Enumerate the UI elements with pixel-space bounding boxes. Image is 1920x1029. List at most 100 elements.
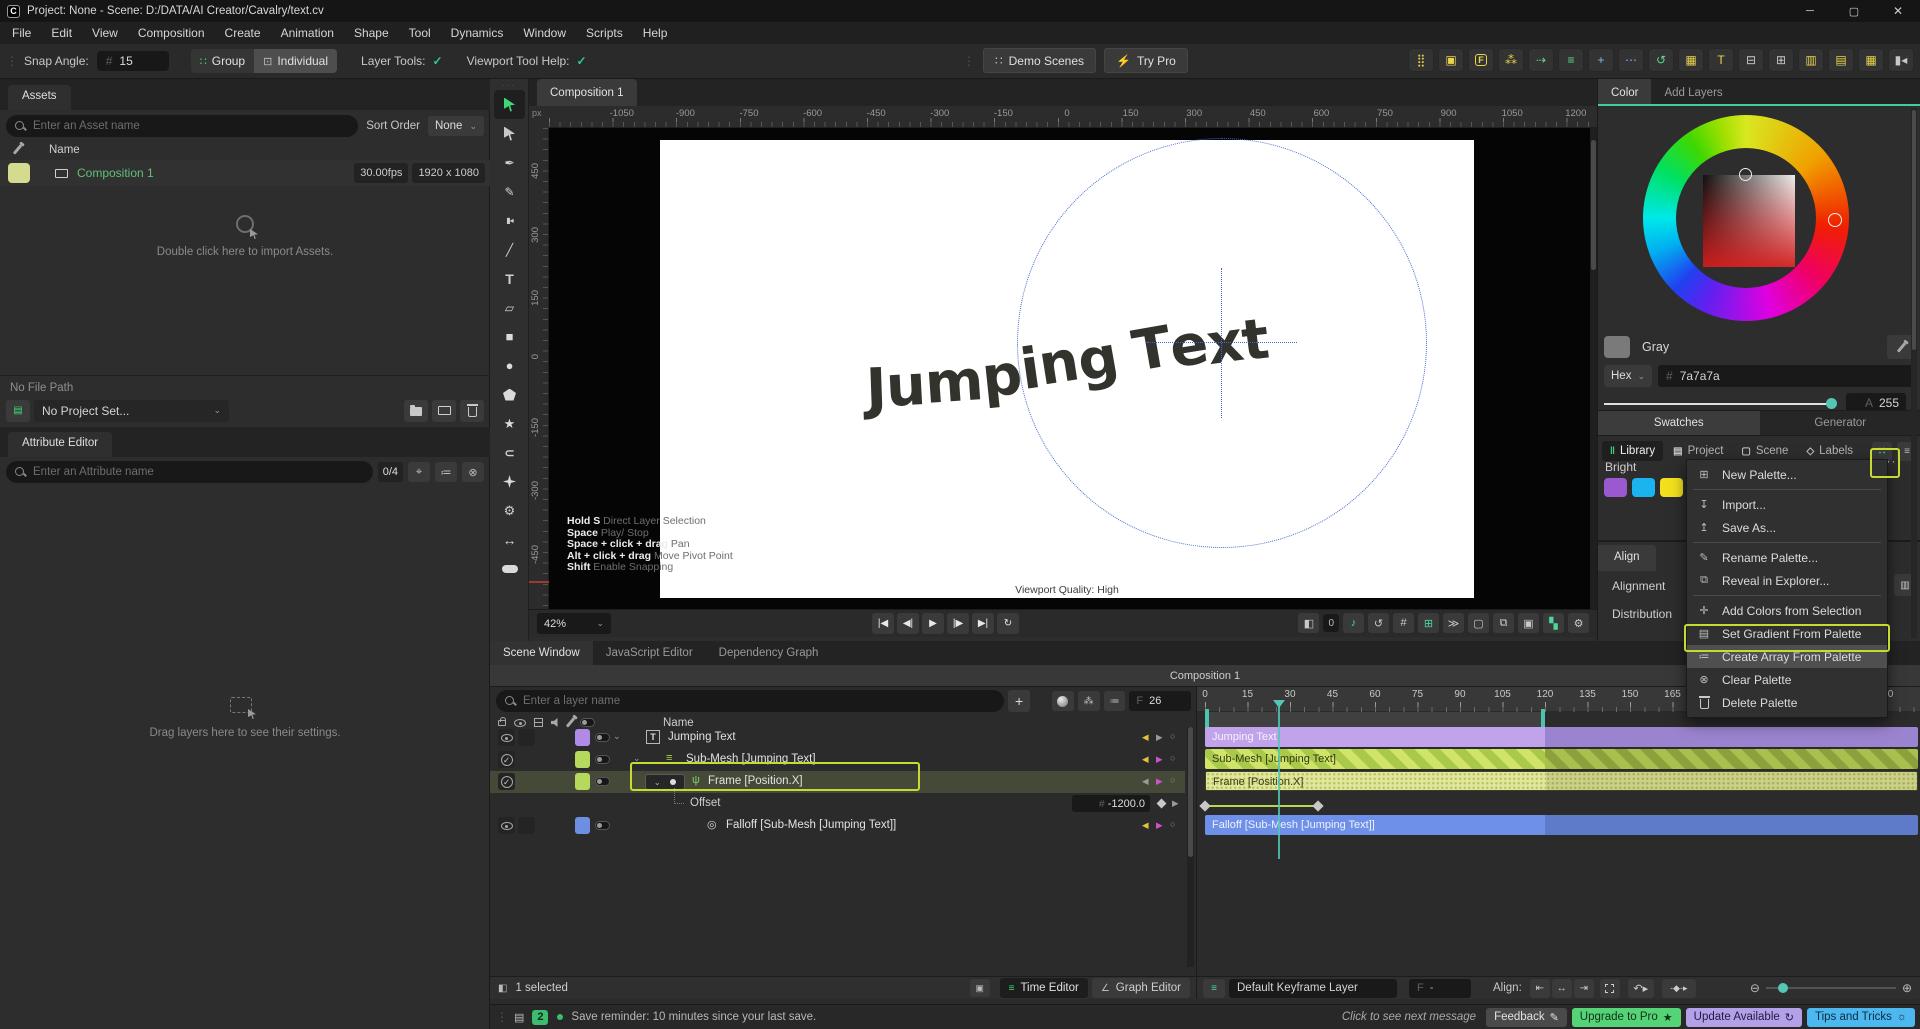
project-set-select[interactable]: No Project Set... ⌄: [34, 399, 229, 422]
time-editor-button[interactable]: ≡ Time Editor: [999, 978, 1088, 998]
keyframe-circle-icon[interactable]: ○: [1170, 819, 1175, 829]
next-keyframe-icon[interactable]: ▶: [1156, 776, 1163, 787]
attribute-value-field[interactable]: # -1200.0: [1072, 795, 1150, 812]
toolbar-icon-workspace-b[interactable]: ⊞: [1768, 48, 1794, 72]
layout-button[interactable]: ⊞: [1418, 613, 1439, 633]
panel-scrollbar[interactable]: [1911, 108, 1917, 638]
tool-ellipse[interactable]: ●: [490, 351, 529, 380]
play-button[interactable]: ▶: [922, 613, 944, 634]
toolbar-icon-blocks-layout[interactable]: ▦: [1858, 48, 1884, 72]
tool-text[interactable]: T: [490, 264, 529, 293]
align-right-button[interactable]: ⇥: [1573, 978, 1594, 998]
toolbar-icon-align-bars[interactable]: ≡: [1558, 48, 1584, 72]
tool-rectangle[interactable]: ■: [490, 322, 529, 351]
skip-start-button[interactable]: |◀: [872, 613, 894, 634]
sort-order-select[interactable]: None ⌄: [427, 116, 484, 136]
align-left-button[interactable]: ⇤: [1529, 978, 1550, 998]
sv-selector-handle[interactable]: [1739, 168, 1752, 181]
skip-end-button[interactable]: ▶|: [972, 613, 994, 634]
toolbar-icon-filmstrip[interactable]: ▦: [1678, 48, 1704, 72]
asset-search-field[interactable]: [33, 120, 350, 132]
toggle-well[interactable]: [498, 817, 515, 834]
keyframe-diamond-icon[interactable]: [1156, 798, 1167, 809]
keyframe-circle-icon[interactable]: ○: [1170, 753, 1175, 763]
filter-labels[interactable]: ◇ Labels: [1798, 441, 1861, 461]
toggle-well[interactable]: [518, 817, 535, 834]
tab-add-layers[interactable]: Add Layers: [1651, 79, 1735, 106]
toolbar-icon-workspace-a[interactable]: ⊟: [1738, 48, 1764, 72]
tool-pen[interactable]: ✒: [490, 148, 529, 177]
maximize-button[interactable]: ▢: [1832, 5, 1876, 18]
asset-row-composition[interactable]: Composition 1 30.00fps 1920 x 1080: [0, 160, 490, 186]
playhead-line[interactable]: [1277, 707, 1280, 859]
tab-swatches[interactable]: Swatches: [1598, 411, 1760, 435]
layer-color-swatch[interactable]: [575, 773, 590, 790]
toggle-well[interactable]: ✓: [498, 773, 515, 790]
attribute-search-field[interactable]: [33, 466, 364, 478]
timeline-bar-1[interactable]: Sub-Mesh [Jumping Text]: [1205, 749, 1918, 769]
distribution-row[interactable]: Distribution: [1612, 607, 1672, 621]
delete-asset-button[interactable]: [460, 399, 484, 422]
menu-item-import[interactable]: ↧ Import...: [1687, 493, 1887, 516]
zoom-out-icon[interactable]: ⊖: [1750, 981, 1760, 995]
viewport-scrollbar[interactable]: [1590, 128, 1597, 609]
tool-line[interactable]: ╱: [490, 235, 529, 264]
menu-shape[interactable]: Shape: [344, 22, 399, 44]
menu-scripts[interactable]: Scripts: [576, 22, 633, 44]
falloff-center-handle[interactable]: [1221, 268, 1222, 418]
audio-button[interactable]: ♪: [1343, 613, 1364, 633]
tool-capsule[interactable]: [490, 554, 529, 583]
cache-toggle-button[interactable]: ◧: [1298, 613, 1320, 633]
current-color-swatch[interactable]: [1604, 336, 1630, 358]
menu-item-add-colors[interactable]: ✛ Add Colors from Selection: [1687, 599, 1887, 622]
import-hint[interactable]: Double click here to import Assets.: [0, 246, 490, 258]
layer-toggle[interactable]: [595, 755, 610, 764]
layer-list-scrollbar[interactable]: [1187, 727, 1194, 967]
timeline-zoom-knob[interactable]: [1777, 983, 1788, 993]
falloff-center-handle[interactable]: [1147, 342, 1297, 343]
snap-angle-field[interactable]: # 15: [96, 51, 169, 71]
asset-color-swatch[interactable]: [8, 163, 30, 183]
menu-dynamics[interactable]: Dynamics: [441, 22, 514, 44]
hue-selector-handle[interactable]: [1828, 213, 1842, 227]
toolbar-icon-columns-layout[interactable]: ▥: [1798, 48, 1824, 72]
settings-button[interactable]: ⚙: [1568, 613, 1589, 633]
menu-window[interactable]: Window: [513, 22, 576, 44]
layer-toggle[interactable]: [595, 777, 610, 786]
tab-align[interactable]: Align: [1598, 545, 1656, 571]
menu-view[interactable]: View: [82, 22, 128, 44]
toolbar-icon-dots-ellipsis[interactable]: ⋯: [1618, 48, 1644, 72]
work-area-bar[interactable]: [1205, 709, 1545, 730]
layer-row-3[interactable]: Offset # -1200.0 ▶: [490, 788, 1185, 815]
filter-scene[interactable]: ▢ Scene: [1733, 441, 1796, 461]
tool-direct-select[interactable]: [490, 119, 529, 148]
layer-color-swatch[interactable]: [575, 751, 590, 768]
checker-button[interactable]: ▚: [1543, 613, 1564, 633]
more-button[interactable]: ≫: [1443, 613, 1464, 633]
toolbar-icon-rotate-arc[interactable]: ↺: [1648, 48, 1674, 72]
keyframe-diamond[interactable]: [1312, 800, 1324, 812]
add-attribute-button[interactable]: ≔: [435, 462, 457, 482]
tool-pentagon[interactable]: [490, 380, 529, 409]
toggle-well[interactable]: [518, 729, 535, 746]
tool-gear[interactable]: ⚙: [490, 496, 529, 525]
grid-button[interactable]: #: [1393, 613, 1414, 633]
next-keyframe-icon[interactable]: ▶: [1172, 798, 1179, 809]
layer-row-4[interactable]: ◎ Falloff [Sub-Mesh [Jumping Text]] ◀ ▶ ○: [490, 815, 1185, 837]
tab-dependency-graph[interactable]: Dependency Graph: [706, 641, 832, 665]
prev-keyframe-icon[interactable]: ◀: [1142, 754, 1149, 765]
timeline-bar-2[interactable]: Frame [Position.X]: [1205, 771, 1918, 791]
menu-item-rename[interactable]: ✎ Rename Palette...: [1687, 546, 1887, 569]
menu-item-new-palette[interactable]: ⊞ New Palette...: [1687, 463, 1887, 486]
keyframe-tool-button[interactable]: -◆-▸: [1661, 978, 1696, 998]
keyframe-layer-select[interactable]: Default Keyframe Layer: [1229, 978, 1397, 998]
alpha-slider[interactable]: [1604, 403, 1834, 405]
tool-select[interactable]: [494, 90, 525, 119]
zoom-select[interactable]: 42% ⌄: [537, 613, 611, 634]
demo-scenes-button[interactable]: ∷ Demo Scenes: [983, 48, 1097, 73]
open-folder-button[interactable]: [404, 399, 428, 422]
menu-help[interactable]: Help: [633, 22, 678, 44]
color-mode-select[interactable]: Hex ⌄: [1604, 365, 1652, 387]
filter-library[interactable]: ‖ Library: [1602, 441, 1664, 461]
layer-row-1[interactable]: ✓ ⌄ ≡ Sub-Mesh [Jumping Text] ◀ ▶ ○: [490, 749, 1185, 771]
